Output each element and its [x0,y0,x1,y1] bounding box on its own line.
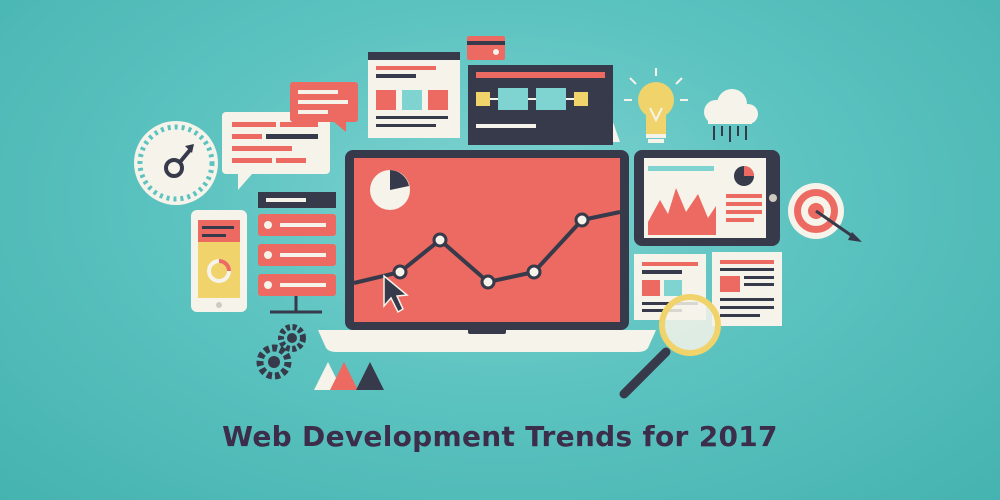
web-page-icon [368,52,460,138]
laptop-icon [318,150,656,352]
smartphone-icon [191,210,247,312]
lightbulb-icon [624,68,688,143]
gauge-icon [134,121,218,205]
target-icon [788,183,862,242]
gears-icon [256,324,306,380]
credit-card-icon [467,36,505,60]
illustration-stage: Web Development Trends for 2017 [0,0,1000,500]
tablet-icon [634,150,780,246]
page-title: Web Development Trends for 2017 [222,420,778,453]
speech-bubble-icon [222,82,358,190]
triangles-icon [314,362,384,390]
cloud-icon [704,89,758,142]
flowchart-window-icon [468,65,620,145]
server-rack-icon [258,192,336,314]
